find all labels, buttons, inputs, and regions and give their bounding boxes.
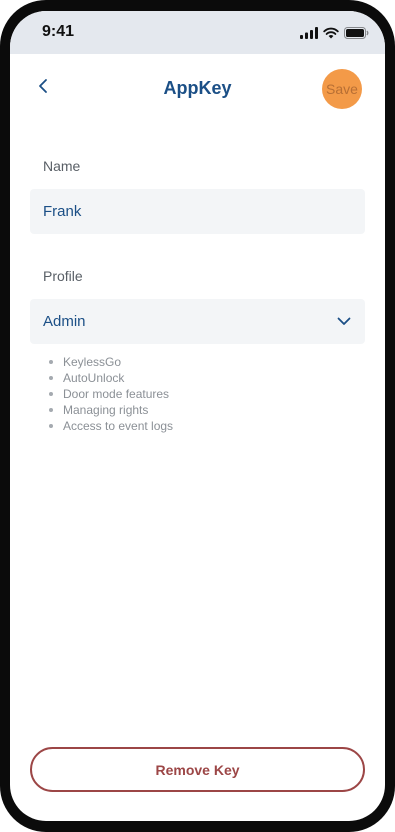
name-value: Frank xyxy=(43,203,82,220)
profile-feature-list: KeylessGo AutoUnlock Door mode features … xyxy=(49,354,173,434)
profile-selected-value: Admin xyxy=(43,313,86,330)
feature-label: Door mode features xyxy=(63,387,170,401)
phone-frame: 9:41 AppKey Save Name Frank Profile Admi… xyxy=(0,0,395,832)
feature-item: Door mode features xyxy=(49,386,173,402)
save-button[interactable]: Save xyxy=(322,69,362,109)
name-field[interactable]: Frank xyxy=(30,189,365,234)
profile-select[interactable]: Admin xyxy=(30,299,365,344)
feature-label: Managing rights xyxy=(63,403,149,417)
status-time: 9:41 xyxy=(42,23,75,40)
feature-label: AutoUnlock xyxy=(63,371,125,385)
feature-item: Managing rights xyxy=(49,402,173,418)
feature-item: Access to event logs xyxy=(49,418,173,434)
bullet-icon xyxy=(49,376,53,380)
status-icons xyxy=(300,26,369,44)
feature-label: KeylessGo xyxy=(63,355,122,369)
chevron-down-icon xyxy=(336,313,352,329)
cellular-signal-icon xyxy=(300,26,318,44)
feature-label: Access to event logs xyxy=(63,419,174,433)
name-label: Name xyxy=(43,158,81,174)
feature-item: AutoUnlock xyxy=(49,370,173,386)
bullet-icon xyxy=(49,392,53,396)
bullet-icon xyxy=(49,408,53,412)
status-bar: 9:41 xyxy=(10,11,385,54)
bullet-icon xyxy=(49,360,53,364)
feature-item: KeylessGo xyxy=(49,354,173,370)
profile-label: Profile xyxy=(43,268,83,284)
bullet-icon xyxy=(49,424,53,428)
remove-key-button[interactable]: Remove Key xyxy=(30,747,365,792)
nav-bar: AppKey Save xyxy=(10,54,385,124)
wifi-icon xyxy=(323,26,339,44)
app-screen: 9:41 AppKey Save Name Frank Profile Admi… xyxy=(10,11,385,821)
battery-icon xyxy=(344,26,369,44)
